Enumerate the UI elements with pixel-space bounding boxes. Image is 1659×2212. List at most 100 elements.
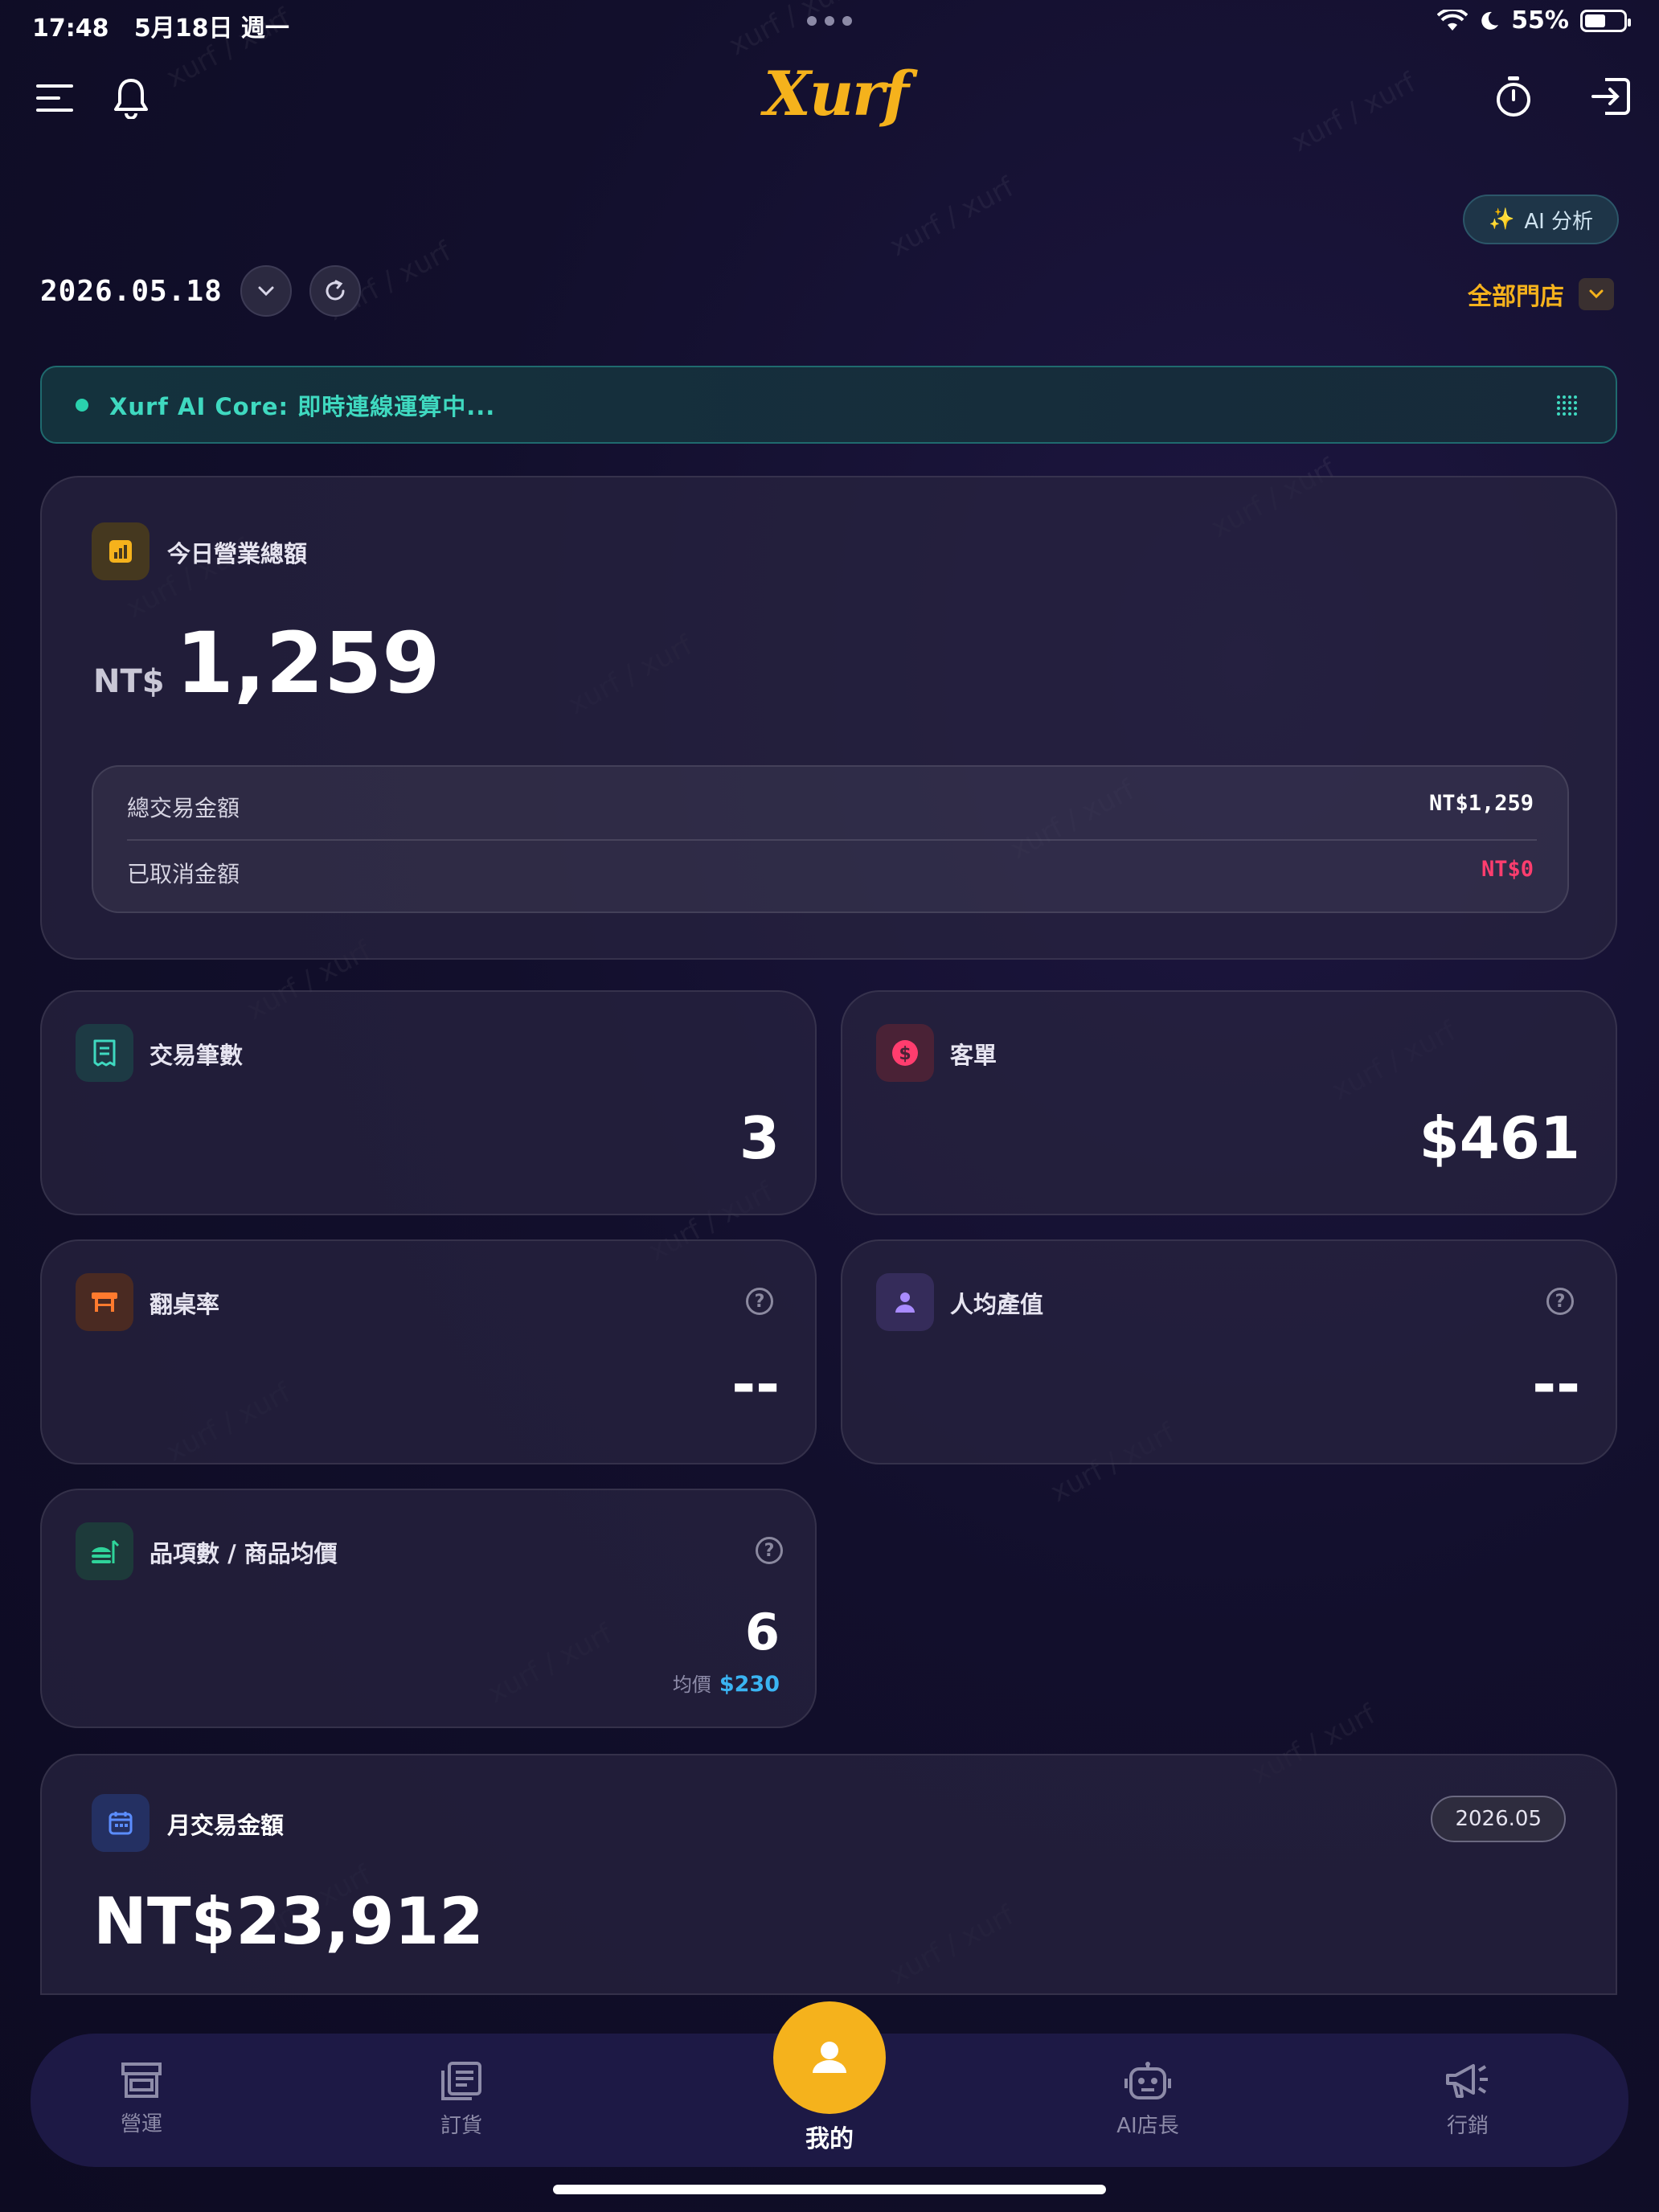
per-person-label: 人均產值 <box>950 1291 1044 1318</box>
receipt-icon <box>93 1039 116 1067</box>
avg-price-label: 均價 <box>672 1673 711 1696</box>
nav-operations-label: 營運 <box>120 2112 162 2136</box>
turnover-value: -- <box>731 1350 780 1418</box>
nav-marketing-label: 行銷 <box>1446 2114 1489 2138</box>
menu-button[interactable] <box>35 79 74 117</box>
transactions-icon-box <box>76 1024 133 1082</box>
per-person-value: -- <box>1532 1350 1580 1418</box>
transactions-value: 3 <box>739 1104 780 1172</box>
turnover-icon-box <box>76 1273 133 1331</box>
nav-ordering-label: 訂貨 <box>440 2114 482 2138</box>
current-date: 2026.05.18 <box>40 274 223 308</box>
help-icon[interactable]: ? <box>756 1537 783 1564</box>
battery-icon <box>1580 9 1631 32</box>
document-list-icon <box>441 2062 481 2100</box>
per-person-icon-box <box>876 1273 934 1331</box>
month-badge[interactable]: 2026.05 <box>1431 1796 1566 1842</box>
chevron-down-icon <box>1589 289 1604 299</box>
watermark-text: xurf / xurf <box>884 170 1019 264</box>
watermark-text: xurf / xurf <box>1286 66 1421 159</box>
multitask-dots[interactable] <box>807 16 852 26</box>
logout-icon <box>1591 78 1630 115</box>
timer-button[interactable] <box>1493 74 1534 119</box>
per-person-output-card: 人均產值 ? -- <box>841 1239 1617 1464</box>
bar-chart-icon <box>109 540 132 563</box>
nav-ordering[interactable]: 訂貨 <box>381 2061 542 2139</box>
monthly-transaction-card: 月交易金額 2026.05 NT$23,912 <box>40 1754 1617 1995</box>
revenue-value: 1,259 <box>175 614 440 712</box>
monthly-icon-box <box>92 1794 150 1852</box>
person-icon <box>895 1292 915 1313</box>
avg-price-value: $230 <box>719 1672 780 1697</box>
revenue-icon-box <box>92 522 150 580</box>
nav-ai-manager[interactable]: AI店長 <box>1067 2061 1228 2139</box>
ai-analysis-label: AI 分析 <box>1524 209 1594 234</box>
items-card: 品項數 / 商品均價 ? 6 均價 $230 <box>40 1489 817 1728</box>
logout-button[interactable] <box>1590 76 1632 117</box>
nav-operations[interactable]: 營運 <box>61 2061 222 2137</box>
megaphone-icon <box>1446 2064 1488 2098</box>
items-label: 品項數 / 商品均價 <box>150 1540 338 1567</box>
status-time: 17:48 5月18日 週一 <box>32 8 289 43</box>
daily-revenue-card: 今日營業總額 NT$ 1,259 總交易金額 NT$1,259 已取消金額 NT… <box>40 476 1617 960</box>
table-turnover-card: 翻桌率 ? -- <box>40 1239 817 1464</box>
avg-ticket-card: $ 客單 $461 <box>841 990 1617 1215</box>
items-icon-box <box>76 1522 133 1580</box>
hamburger-icon <box>36 84 73 112</box>
battery-percent: 55% <box>1511 6 1569 35</box>
total-transaction-value: NT$1,259 <box>1428 791 1534 816</box>
avg-ticket-label: 客單 <box>950 1042 997 1069</box>
turnover-label: 翻桌率 <box>150 1291 220 1318</box>
store-selector[interactable]: 全部門店 <box>1468 276 1614 312</box>
ai-core-status-banner: Xurf AI Core: 即時連線運算中... <box>40 366 1617 444</box>
date-picker-button[interactable] <box>240 265 292 317</box>
revenue-amount: NT$ 1,259 <box>93 614 440 712</box>
app-logo: Xurf <box>764 58 909 129</box>
time-text: 17:48 <box>32 14 109 43</box>
home-indicator[interactable] <box>553 2185 1106 2194</box>
nav-ai-manager-label: AI店長 <box>1116 2114 1179 2138</box>
cancelled-amount-label: 已取消金額 <box>127 861 240 887</box>
dot-grid-icon <box>1557 395 1577 416</box>
nav-me-button[interactable] <box>773 2001 886 2114</box>
ai-analysis-button[interactable]: ✨ AI 分析 <box>1463 195 1619 244</box>
store-label: 全部門店 <box>1468 283 1564 311</box>
notification-button[interactable] <box>111 76 151 121</box>
divider <box>127 839 1537 841</box>
ai-core-status-text: Xurf AI Core: 即時連線運算中... <box>109 392 496 420</box>
avg-price: 均價 $230 <box>673 1669 780 1697</box>
food-icon <box>92 1539 120 1563</box>
status-right: 55% <box>1437 6 1631 35</box>
revenue-breakdown: 總交易金額 NT$1,259 已取消金額 NT$0 <box>92 765 1569 913</box>
nav-marketing[interactable]: 行銷 <box>1387 2061 1548 2139</box>
bell-icon <box>114 79 148 119</box>
nav-me-label: 我的 <box>805 2125 854 2153</box>
refresh-icon <box>326 280 345 301</box>
revenue-currency: NT$ <box>93 663 165 700</box>
status-bar: 17:48 5月18日 週一 55% <box>0 0 1659 45</box>
avg-ticket-value: $461 <box>1419 1104 1580 1172</box>
svg-text:$: $ <box>899 1044 911 1064</box>
date-text: 5月18日 週一 <box>133 14 289 43</box>
date-row: 2026.05.18 <box>40 265 361 317</box>
dollar-icon: $ <box>892 1040 918 1066</box>
status-dot <box>76 398 88 412</box>
refresh-button[interactable] <box>309 265 361 317</box>
revenue-title: 今日營業總額 <box>167 540 308 567</box>
transactions-label: 交易筆數 <box>150 1042 244 1069</box>
store-dropdown-button[interactable] <box>1579 278 1614 310</box>
sparkle-icon: ✨ <box>1488 207 1515 231</box>
help-icon[interactable]: ? <box>1546 1288 1574 1315</box>
robot-icon <box>1124 2062 1171 2099</box>
stopwatch-icon <box>1497 76 1530 117</box>
user-icon <box>813 2042 846 2073</box>
cancelled-amount-value: NT$0 <box>1481 857 1534 882</box>
calendar-icon <box>109 1812 133 1835</box>
table-icon <box>92 1292 117 1312</box>
items-count-value: 6 <box>744 1603 780 1661</box>
wifi-icon <box>1437 9 1469 31</box>
chevron-down-icon <box>258 286 274 297</box>
avg-ticket-icon-box: $ <box>876 1024 934 1082</box>
moon-icon <box>1481 11 1499 30</box>
help-icon[interactable]: ? <box>746 1288 773 1315</box>
